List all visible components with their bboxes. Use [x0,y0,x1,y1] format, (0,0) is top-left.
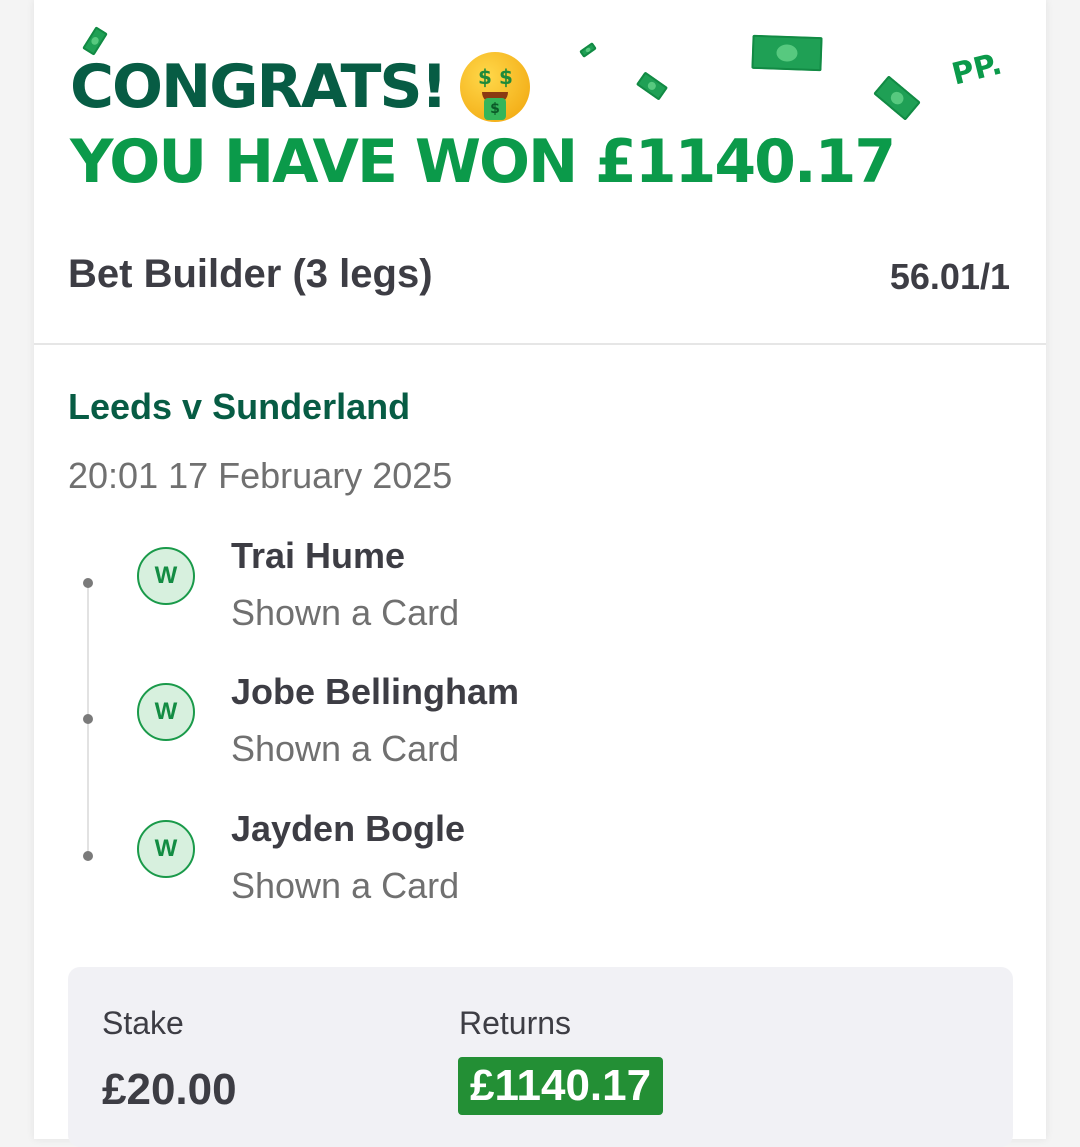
bet-receipt-card: PP. CONGRATS! $ $ $ YOU HAVE WON £1140.1… [34,0,1046,1147]
returns-label: Returns [459,1005,572,1041]
returns-value-badge: £1140.17 [458,1057,664,1115]
leg-market: Shown a Card [231,728,460,769]
stake-label: Stake [102,1005,184,1041]
timeline-dot [83,578,93,588]
timeline-dot [83,714,93,724]
stake-value: £20.00 [102,1065,237,1114]
won-amount-headline: YOU HAVE WON £1140.17 [70,127,896,197]
win-badge: W [137,547,195,605]
leg-selection: Trai Hume [231,535,406,576]
congrats-title: CONGRATS! [70,52,448,122]
bet-type-title: Bet Builder (3 legs) [68,252,433,296]
event-datetime: 20:01 17 February 2025 [68,455,453,496]
win-header: PP. CONGRATS! $ $ $ YOU HAVE WON £1140.1… [34,0,1046,345]
brand-mark: PP. [948,46,1006,93]
leg-selection: Jobe Bellingham [231,671,520,712]
event-name[interactable]: Leeds v Sunderland [68,386,410,428]
win-badge: W [137,683,195,741]
money-bill-icon [635,71,669,101]
money-bill-icon [579,42,597,58]
timeline-dot [83,851,93,861]
leg-market: Shown a Card [231,592,460,633]
leg-selection: Jayden Bogle [231,808,466,849]
leg-market: Shown a Card [231,865,460,906]
bet-odds: 56.01/1 [889,256,1010,297]
bet-summary-panel: Stake £20.00 Returns £1140.17 [68,967,1013,1147]
money-bill-icon [873,75,921,121]
congrats-line: CONGRATS! $ $ $ [70,52,530,122]
win-badge: W [137,820,195,878]
money-bill-icon [751,34,823,72]
money-mouth-face-icon: $ $ $ [459,52,530,122]
